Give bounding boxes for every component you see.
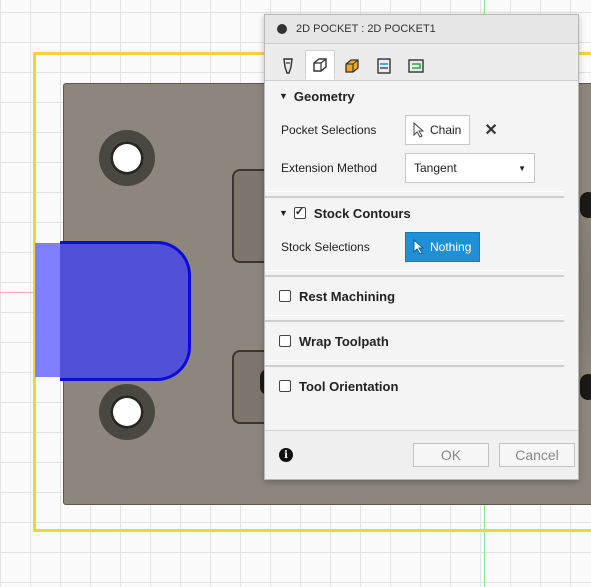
cursor-arrow-icon (413, 122, 425, 138)
wrap-toolpath-label: Wrap Toolpath (299, 333, 389, 349)
extension-method-select[interactable]: Tangent ▼ (405, 153, 535, 183)
rest-machining-section: Rest Machining (265, 277, 578, 322)
tool-orientation-header[interactable]: Tool Orientation (265, 367, 578, 405)
stock-selections-row: Stock Selections Nothing (265, 228, 578, 266)
stock-selections-button[interactable]: Nothing (405, 232, 481, 262)
info-icon[interactable]: i (279, 448, 293, 462)
pocket-selections-label: Pocket Selections (281, 123, 377, 137)
selected-extension-area (35, 243, 63, 377)
collapse-caret-icon[interactable]: ▼ (279, 208, 288, 218)
stock-selections-value: Nothing (430, 240, 472, 254)
section-divider (265, 270, 564, 277)
rest-machining-checkbox[interactable] (279, 290, 291, 302)
mounting-hole-bottom[interactable] (99, 384, 155, 440)
clear-selection-icon[interactable]: ✕ (484, 120, 497, 140)
stock-contours-section: ▼ Stock Contours Stock Selections Nothin… (265, 198, 578, 277)
stock-contours-label: Stock Contours (313, 205, 411, 221)
tab-heights[interactable] (337, 52, 367, 80)
tool-orientation-label: Tool Orientation (299, 378, 399, 394)
selected-pocket-contour[interactable] (60, 241, 191, 381)
dialog-footer: i OK Cancel (265, 430, 578, 479)
pocket-selections-button[interactable]: Chain (405, 115, 471, 145)
wrap-toolpath-header[interactable]: Wrap Toolpath (265, 322, 578, 360)
pocket-selections-value: Chain (430, 123, 462, 137)
tool-icon (283, 58, 293, 74)
section-divider (265, 315, 564, 322)
section-divider (265, 191, 564, 198)
dialog-tabs (265, 44, 578, 81)
tab-tool[interactable] (273, 52, 303, 80)
extension-method-value: Tangent (414, 161, 457, 175)
wrap-toolpath-section: Wrap Toolpath (265, 322, 578, 367)
mounting-hole-top[interactable] (99, 130, 155, 186)
heights-icon (345, 59, 359, 73)
tool-orientation-checkbox[interactable] (279, 380, 291, 392)
tab-linking[interactable] (401, 52, 431, 80)
tab-passes[interactable] (369, 52, 399, 80)
ok-button[interactable]: OK (413, 443, 489, 467)
pocket-selections-row: Pocket Selections Chain ✕ (265, 111, 578, 149)
linking-icon (408, 59, 424, 73)
passes-icon (377, 58, 391, 74)
section-divider (265, 360, 564, 367)
wrap-toolpath-checkbox[interactable] (279, 335, 291, 347)
tab-geometry[interactable] (305, 50, 335, 80)
geometry-section: ▼ Geometry Pocket Selections Chain ✕ Ext… (265, 81, 578, 198)
extension-method-label: Extension Method (281, 161, 378, 175)
geometry-header-label: Geometry (293, 88, 355, 104)
tool-orientation-section: Tool Orientation (265, 367, 578, 405)
stock-contours-checkbox[interactable] (293, 205, 306, 219)
dialog-title: 2D POCKET : 2D POCKET1 (296, 23, 436, 35)
dark-feature-2 (580, 374, 591, 400)
geometry-icon (313, 58, 327, 72)
extension-method-row: Extension Method Tangent ▼ (265, 149, 578, 187)
stock-contours-header[interactable]: ▼ Stock Contours (265, 198, 578, 228)
rest-machining-label: Rest Machining (299, 288, 396, 304)
collapse-caret-icon[interactable]: ▼ (279, 91, 288, 101)
cancel-button[interactable]: Cancel (499, 443, 575, 467)
pocket-dialog: 2D POCKET : 2D POCKET1 ▼ Geometry Pocket… (264, 14, 579, 480)
collapse-dot-icon[interactable] (277, 24, 287, 34)
dark-feature-1 (580, 192, 591, 218)
dropdown-arrow-icon: ▼ (518, 163, 526, 173)
cursor-arrow-icon (413, 239, 425, 255)
stock-selections-label: Stock Selections (281, 240, 370, 254)
geometry-header[interactable]: ▼ Geometry (265, 81, 578, 111)
rest-machining-header[interactable]: Rest Machining (265, 277, 578, 315)
dialog-titlebar[interactable]: 2D POCKET : 2D POCKET1 (265, 15, 578, 44)
